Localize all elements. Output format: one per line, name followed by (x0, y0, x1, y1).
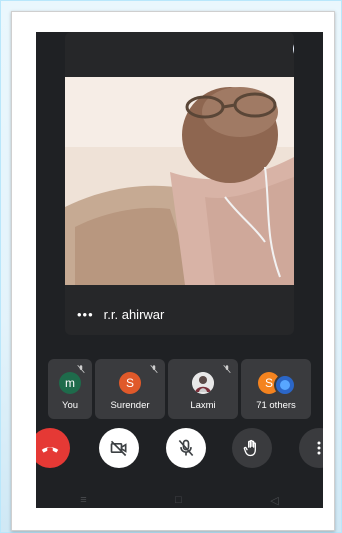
participant-card-laxmi[interactable]: Laxmi (168, 359, 238, 419)
video-frame-image (65, 77, 294, 285)
mic-off-icon (223, 364, 231, 374)
participant-strip: m You S Surender Laxmi S 71 others (48, 359, 311, 419)
mic-off-icon (77, 364, 85, 374)
participant-name: 71 others (256, 400, 296, 411)
main-video-tile[interactable]: ••• r.r. ahirwar (65, 32, 294, 335)
system-nav-bar: ≡ □ ◁ (36, 492, 323, 508)
meeting-screen: ••• r.r. ahirwar m You S Surender Laxmi … (36, 32, 323, 508)
avatar: m (59, 372, 81, 394)
raise-hand-button[interactable] (232, 428, 272, 468)
raise-hand-icon (243, 439, 256, 457)
end-call-icon (41, 447, 59, 453)
avatar-secondary (274, 374, 296, 396)
participant-card-surender[interactable]: S Surender (95, 359, 165, 419)
menu-nav-icon[interactable]: ≡ (80, 494, 86, 506)
participant-name-row: ••• r.r. ahirwar (77, 307, 164, 322)
avatar-photo (192, 372, 214, 394)
more-vert-icon (317, 441, 321, 455)
camera-off-icon (110, 440, 127, 457)
mic-off-icon (178, 439, 194, 457)
participant-name: You (61, 400, 79, 411)
participant-name: r.r. ahirwar (103, 307, 165, 322)
home-nav-icon[interactable]: □ (175, 494, 182, 506)
participant-name: Laxmi (190, 400, 216, 411)
camera-toggle-button[interactable] (99, 428, 139, 468)
more-horiz-icon[interactable]: ••• (77, 307, 94, 322)
end-call-button[interactable] (36, 428, 70, 468)
participant-card-you[interactable]: m You (48, 359, 92, 419)
mic-toggle-button[interactable] (166, 428, 206, 468)
participant-card-others[interactable]: S 71 others (241, 359, 311, 419)
participant-video (65, 77, 294, 285)
avatar (192, 372, 214, 394)
back-nav-icon[interactable]: ◁ (270, 494, 278, 507)
pin-button[interactable] (293, 38, 294, 60)
avatar: S (119, 372, 141, 394)
more-options-button[interactable] (299, 428, 323, 468)
call-controls (36, 428, 323, 468)
mic-off-icon (150, 364, 158, 374)
participant-name: Surender (110, 400, 150, 411)
